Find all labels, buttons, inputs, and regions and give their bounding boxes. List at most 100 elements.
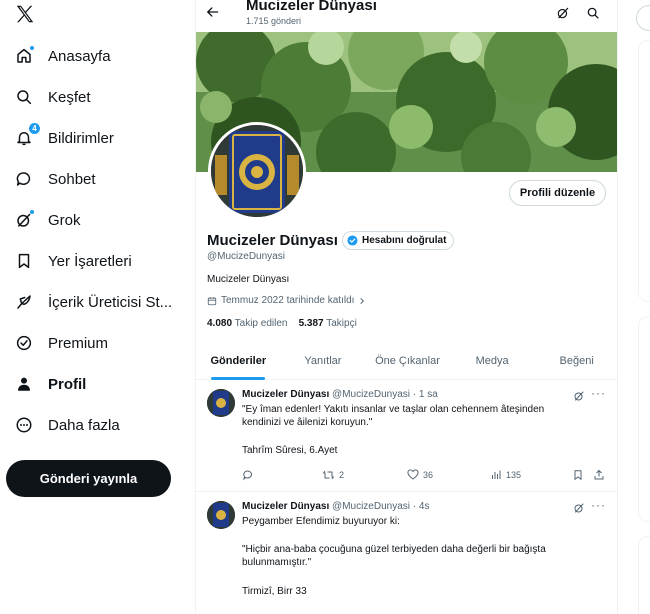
sidebar-item-more[interactable]: Daha fazla (14, 410, 120, 440)
following-link[interactable]: 4.080 Takip edilen (207, 318, 287, 329)
post-actions: 2 36 135 (242, 469, 609, 485)
chevron-right-icon (360, 297, 365, 304)
back-arrow-icon[interactable] (206, 5, 220, 23)
like-count: 36 (423, 470, 434, 480)
sidebar-item-chat[interactable]: Sohbet (14, 164, 96, 194)
post-item[interactable]: Mucizeler Dünyası @MucizeDunyasi · 4s ··… (196, 492, 617, 614)
follow-stats: 4.080 Takip edilen 5.387 Takipçi (207, 318, 357, 329)
reply-button[interactable] (242, 469, 254, 481)
reply-icon (243, 470, 252, 481)
post-text-line: "Ey îman edenler! Yakıtı insanlar ve taş… (242, 404, 545, 415)
post-avatar[interactable] (207, 389, 235, 417)
sidebar-item-creator-studio[interactable]: İçerik Üreticisi St... (14, 287, 172, 317)
edit-profile-button[interactable]: Profili düzenle (509, 180, 606, 206)
calendar-icon (207, 296, 217, 305)
followers-link[interactable]: 5.387 Takipçi (299, 318, 357, 329)
verified-badge-icon (347, 235, 358, 246)
main-column: Mucizeler Dünyası 1.715 gönderi Profili … (195, 0, 618, 614)
sidebar-item-label: Grok (48, 211, 81, 229)
sidebar-item-label: Bildirimler (48, 129, 114, 147)
post-text-line: bulunmamıştır." (242, 557, 312, 568)
more-options-icon[interactable]: ··· (591, 498, 606, 512)
sidebar-item-premium[interactable]: Premium (14, 328, 108, 358)
views-icon (492, 470, 501, 479)
post-header: Mucizeler Dünyası @MucizeDunyasi · 4s (242, 501, 429, 512)
post-text-line: Tahrîm Sûresi, 6.Ayet (242, 445, 338, 456)
profile-handle: @MucizeDunyasi (207, 251, 285, 262)
share-icon (594, 469, 604, 480)
retweet-icon (323, 470, 334, 480)
left-sidebar: Anasayfa Keşfet 4 Bildirimler Sohbet Gro… (0, 0, 180, 614)
views-count: 135 (506, 470, 522, 480)
more-icon (14, 415, 34, 435)
grok-icon[interactable] (556, 6, 570, 25)
header-profile-name: Mucizeler Dünyası (246, 0, 377, 14)
grok-icon (14, 209, 35, 230)
tab-media[interactable]: Medya (450, 342, 535, 379)
verified-icon (14, 333, 34, 353)
post-text-line: "Hiçbir ana-baba çocuğuna güzel terbiyed… (242, 544, 546, 555)
post-text-line: Peygamber Efendimiz buyuruyor ki: (242, 516, 400, 527)
sidebar-item-profile[interactable]: Profil (14, 369, 86, 399)
sidebar-item-label: İçerik Üreticisi St... (48, 293, 173, 311)
profile-avatar[interactable] (208, 122, 306, 220)
right-card (638, 40, 650, 302)
post-author-name[interactable]: Mucizeler Dünyası (242, 501, 329, 512)
search-icon[interactable] (586, 6, 600, 25)
tab-likes[interactable]: Beğeni (534, 342, 617, 379)
person-icon (14, 374, 34, 394)
joined-text: Temmuz 2022 tarihinde katıldı (221, 295, 355, 306)
right-sidebar (628, 0, 650, 614)
sidebar-item-label: Anasayfa (48, 47, 111, 65)
tab-replies[interactable]: Yanıtlar (281, 342, 366, 379)
post-avatar[interactable] (207, 501, 235, 529)
post-handle-time[interactable]: @MucizeDunyasi · 4s (332, 501, 429, 512)
profile-bio: Mucizeler Dünyası (207, 274, 290, 285)
sidebar-item-grok[interactable]: Grok (14, 205, 81, 235)
retweet-button[interactable]: 2 (322, 469, 344, 481)
x-logo-icon[interactable] (14, 3, 36, 25)
tab-highlights[interactable]: Öne Çıkanlar (365, 342, 450, 379)
sidebar-item-label: Yer İşaretleri (48, 252, 132, 270)
sidebar-item-bookmarks[interactable]: Yer İşaretleri (14, 246, 132, 276)
right-card (638, 536, 650, 614)
post-text-line: Tirmizî, Birr 33 (242, 586, 307, 597)
share-button[interactable] (593, 469, 605, 481)
retweet-count: 2 (339, 470, 345, 480)
post-handle-time[interactable]: @MucizeDunyasi · 1 sa (332, 389, 438, 400)
sidebar-item-label: Profil (48, 375, 87, 393)
chat-icon (14, 169, 34, 189)
post-button[interactable]: Gönderi yayınla (6, 460, 171, 497)
notification-badge: 4 (29, 123, 40, 134)
bookmark-button[interactable] (572, 469, 584, 481)
sidebar-item-home[interactable]: Anasayfa (14, 41, 111, 71)
more-options-icon[interactable]: ··· (591, 386, 606, 400)
search-input[interactable] (636, 5, 650, 31)
sidebar-item-label: Keşfet (48, 88, 91, 106)
sidebar-item-label: Premium (48, 334, 109, 352)
sidebar-item-notifications[interactable]: 4 Bildirimler (14, 123, 114, 153)
views-button[interactable]: 135 (490, 469, 521, 481)
feather-icon (14, 292, 34, 312)
home-icon (14, 45, 35, 66)
right-card (638, 316, 650, 522)
bell-icon: 4 (14, 123, 40, 148)
header-post-count: 1.715 gönderi (246, 16, 302, 26)
heart-icon (407, 469, 419, 480)
verify-account-label: Hesabını doğrulat (362, 235, 447, 246)
post-item[interactable]: Mucizeler Dünyası @MucizeDunyasi · 1 sa … (196, 380, 617, 492)
sidebar-item-label: Daha fazla (48, 416, 120, 434)
post-author-name[interactable]: Mucizeler Dünyası (242, 389, 329, 400)
profile-header-bar: Mucizeler Dünyası 1.715 gönderi (196, 0, 617, 32)
verify-account-button[interactable]: Hesabını doğrulat (342, 231, 455, 250)
search-icon (14, 87, 34, 107)
profile-name: Mucizeler Dünyası (207, 232, 338, 249)
post-text-line: kendinizi ve âilenizi koruyun." (242, 417, 373, 428)
sidebar-item-label: Sohbet (48, 170, 96, 188)
profile-joined-date[interactable]: Temmuz 2022 tarihinde katıldı (207, 295, 366, 306)
tab-posts[interactable]: Gönderiler (196, 342, 281, 379)
profile-tabs: Gönderiler Yanıtlar Öne Çıkanlar Medya B… (196, 342, 617, 380)
bookmark-icon (574, 470, 582, 481)
like-button[interactable]: 36 (407, 469, 433, 481)
sidebar-item-explore[interactable]: Keşfet (14, 82, 91, 112)
